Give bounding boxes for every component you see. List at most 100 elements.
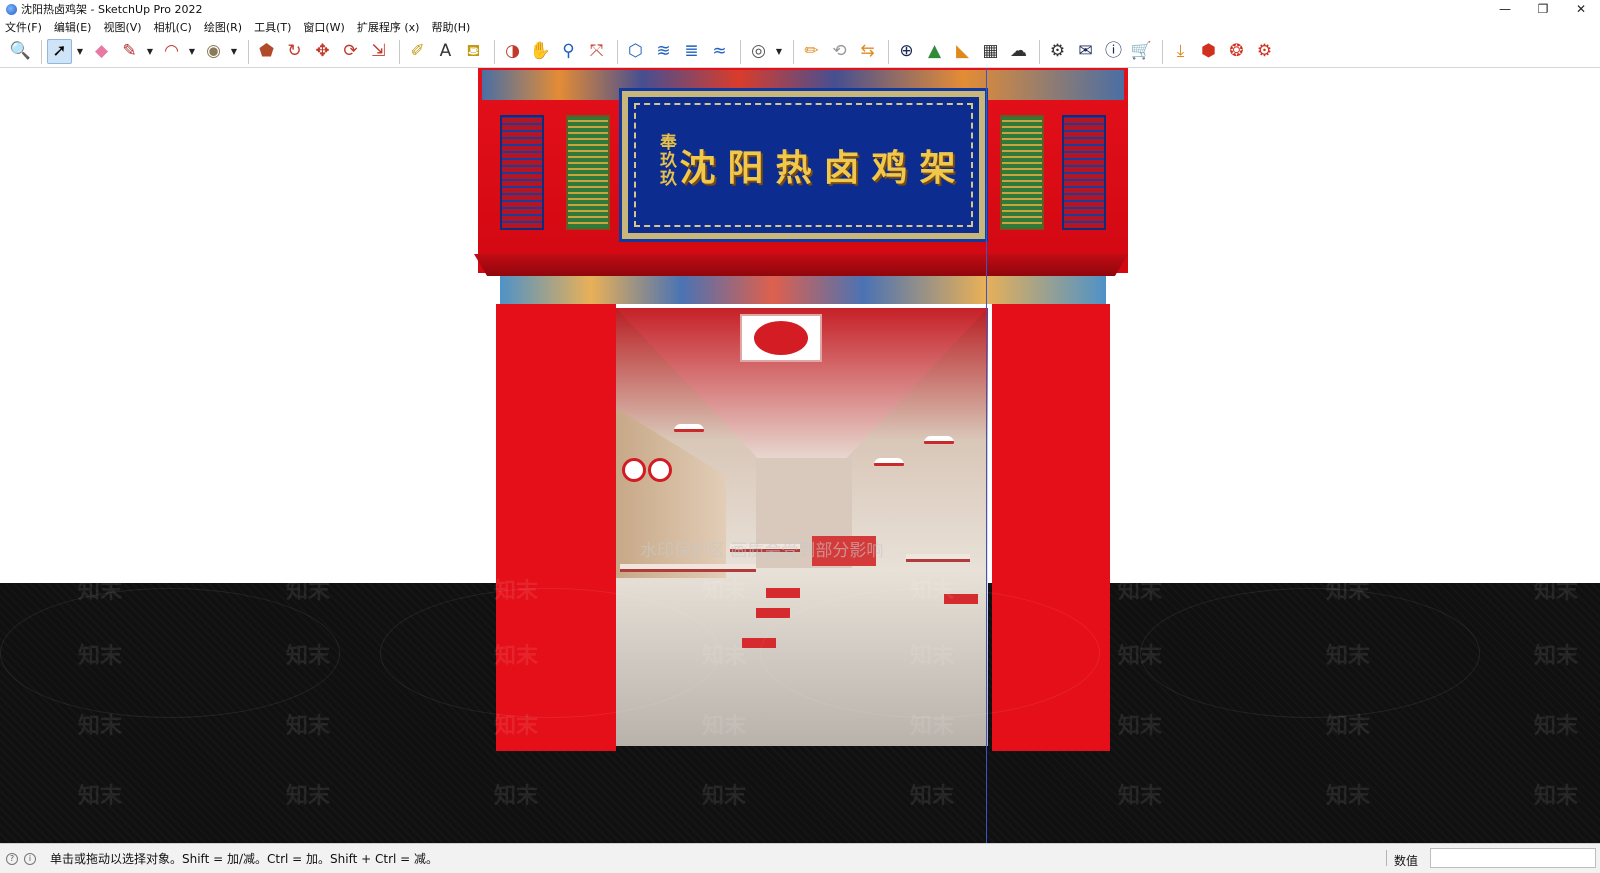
stool (756, 608, 790, 618)
cart-icon[interactable]: 🛒 (1129, 39, 1154, 64)
refresh-icon[interactable]: ⟲ (827, 39, 852, 64)
lattice-panel-green-left (566, 115, 610, 230)
menu-extensions[interactable]: 扩展程序 (x) (357, 19, 420, 35)
geo-location-icon[interactable]: ? (6, 852, 18, 865)
ceiling-logo-panel (740, 314, 822, 362)
zoom-window-icon[interactable]: ⤧ (584, 39, 609, 64)
beam-ornament-band (500, 276, 1106, 304)
title-bar: 沈阳热卤鸡架 - SketchUp Pro 2022 — ❐ ✕ (0, 0, 1600, 18)
select-icon[interactable]: ➚ (47, 39, 72, 64)
rotate-icon[interactable]: ⟳ (338, 39, 363, 64)
extension-warehouse-icon[interactable]: ≋ (651, 39, 676, 64)
tree-icon[interactable]: ▲ (922, 39, 947, 64)
measurements-label: 数值 (1394, 854, 1419, 868)
menu-camera[interactable]: 相机(C) (154, 19, 192, 35)
gear-orange-icon[interactable]: ⚙ (1252, 39, 1277, 64)
status-bar: ? i 单击或拖动以选择对象。Shift = 加/减。Ctrl = 加。Shif… (0, 843, 1600, 873)
dining-table (906, 554, 970, 562)
box-icon[interactable]: ⬢ (1196, 39, 1221, 64)
cloud-upload-icon[interactable]: ☁ (1006, 39, 1031, 64)
lattice-panel-green-right (1000, 115, 1044, 230)
zoom-icon[interactable]: ⚲ (556, 39, 581, 64)
toolbar-separator (399, 39, 400, 64)
arc-icon[interactable]: ◠ (159, 39, 184, 64)
dining-table (620, 564, 756, 572)
menu-file[interactable]: 文件(F) (5, 19, 42, 35)
service-counter (812, 536, 876, 566)
pan-icon[interactable]: ✋ (528, 39, 553, 64)
watermark-ellipse (1140, 588, 1480, 718)
main-toolbar: 🔍 ➚ ▼ ◆ ✎ ▼ ◠ ▼ ◉ ▼ ⬟ ↻ ✥ ⟳ ⇲ ✐ A ⛾ ◑ ✋ ⚲ ⤧ ⬡ ≋ ≣ ≈ ◎ ▼ ✏ ⟲ ⇆ ⊕ ▲ ◣ ▦ ☁ ⚙ ✉ ⓘ 🛒… (0, 36, 1600, 68)
paint-bucket-icon[interactable]: ⛾ (461, 39, 486, 64)
toolbar-separator (888, 39, 889, 64)
restore-button[interactable]: ❐ (1524, 0, 1562, 18)
menu-draw[interactable]: 绘图(R) (204, 19, 242, 35)
extension-manager-icon[interactable]: ≈ (707, 39, 732, 64)
stool (766, 588, 800, 598)
menu-help[interactable]: 帮助(H) (431, 19, 470, 35)
storefront-model: 奉玖玖 沈阳热卤鸡架 (0, 68, 1600, 843)
transfer-icon[interactable]: ⇆ (855, 39, 880, 64)
stairs-icon[interactable]: ◣ (950, 39, 975, 64)
paint-icon[interactable]: ❂ (1224, 39, 1249, 64)
info-status-icon[interactable]: i (24, 852, 36, 865)
add-circle-icon[interactable]: ⊕ (894, 39, 919, 64)
checker-icon[interactable]: ▦ (978, 39, 1003, 64)
menu-edit[interactable]: 编辑(E) (54, 19, 92, 35)
sketchup-logo-icon (6, 3, 17, 15)
warehouse-icon[interactable]: ⬡ (623, 39, 648, 64)
roof-eave (474, 254, 1128, 276)
wall-plate-decor (648, 458, 672, 482)
toolbar-separator (1039, 39, 1040, 64)
sign-border (634, 103, 973, 227)
watermark-ellipse (380, 588, 720, 718)
toolbar-separator (617, 39, 618, 64)
pendant-lamp (674, 424, 704, 432)
eraser-icon[interactable]: ◆ (89, 39, 114, 64)
dropdown-arrow-icon[interactable]: ▼ (774, 39, 784, 64)
dropdown-arrow-icon[interactable]: ▼ (145, 39, 155, 64)
menu-tools[interactable]: 工具(T) (254, 19, 291, 35)
zoom-extents-icon[interactable]: 🔍 (8, 39, 33, 64)
toolbar-separator (248, 39, 249, 64)
mail-icon[interactable]: ✉ (1073, 39, 1098, 64)
push-pull-icon[interactable]: ⬟ (254, 39, 279, 64)
close-button[interactable]: ✕ (1562, 0, 1600, 18)
dropdown-arrow-icon[interactable]: ▼ (75, 39, 85, 64)
text-icon[interactable]: A (433, 39, 458, 64)
account-icon[interactable]: ◎ (746, 39, 771, 64)
toolbar-separator (740, 39, 741, 64)
pencil-icon[interactable]: ✎ (117, 39, 142, 64)
dropdown-arrow-icon[interactable]: ▼ (229, 39, 239, 64)
toolbar-separator (1162, 39, 1163, 64)
toolbar-separator (494, 39, 495, 64)
watermark-ellipse (760, 588, 1100, 718)
plugin-edit-icon[interactable]: ✏ (799, 39, 824, 64)
toolbar-separator (41, 39, 42, 64)
info-icon[interactable]: ⓘ (1101, 39, 1126, 64)
menu-view[interactable]: 视图(V) (103, 19, 141, 35)
watermark-ellipse (0, 588, 340, 718)
shape-icon[interactable]: ◉ (201, 39, 226, 64)
model-viewport[interactable]: 奉玖玖 沈阳热卤鸡架 水印保护区 画质会受到部分影响 (0, 68, 1600, 843)
measurements-input[interactable] (1430, 848, 1596, 868)
orbit-icon[interactable]: ◑ (500, 39, 525, 64)
scale-icon[interactable]: ⇲ (366, 39, 391, 64)
ceiling-logo-mark (754, 321, 808, 355)
dropdown-arrow-icon[interactable]: ▼ (187, 39, 197, 64)
menu-window[interactable]: 窗口(W) (303, 19, 344, 35)
move-icon[interactable]: ✥ (310, 39, 335, 64)
axis-line (986, 68, 987, 843)
window-title: 沈阳热卤鸡架 - SketchUp Pro 2022 (21, 3, 203, 16)
status-hint: 单击或拖动以选择对象。Shift = 加/减。Ctrl = 加。Shift + … (50, 852, 439, 866)
menu-bar: 文件(F) 编辑(E) 视图(V) 相机(C) 绘图(R) 工具(T) 窗口(W… (0, 18, 1600, 36)
layout-icon[interactable]: ≣ (679, 39, 704, 64)
status-divider (1386, 850, 1387, 866)
window-controls: — ❐ ✕ (1486, 0, 1600, 18)
download-icon[interactable]: ⤓ (1168, 39, 1193, 64)
minimize-button[interactable]: — (1486, 0, 1524, 18)
settings-icon[interactable]: ⚙ (1045, 39, 1070, 64)
tape-measure-icon[interactable]: ✐ (405, 39, 430, 64)
dining-table (730, 544, 800, 552)
offset-icon[interactable]: ↻ (282, 39, 307, 64)
